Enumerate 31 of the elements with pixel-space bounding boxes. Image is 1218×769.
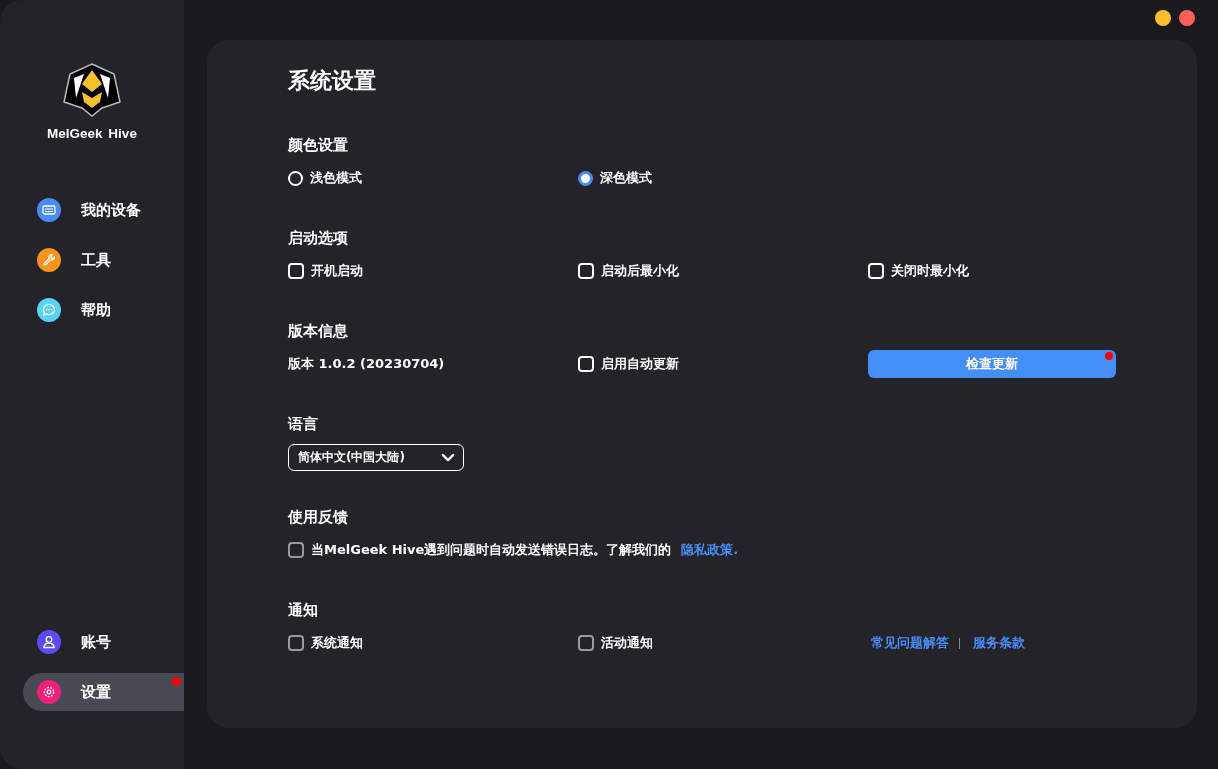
option-label: 启用自动更新 xyxy=(601,355,679,373)
sidebar-item[interactable]: 工具 xyxy=(23,241,184,279)
section-heading: 颜色设置 xyxy=(288,136,349,155)
footer-link[interactable]: 常见问题解答 xyxy=(871,634,949,652)
app-name: MelGeek Hive xyxy=(47,126,137,141)
bee-logo-icon xyxy=(62,62,122,118)
section-heading: 使用反馈 xyxy=(288,508,349,527)
footer-link[interactable]: 服务条款 xyxy=(973,634,1025,652)
radio-button[interactable] xyxy=(578,170,593,186)
option-label: 活动通知 xyxy=(601,634,653,652)
section-heading: 语言 xyxy=(288,415,319,434)
chevron-down-icon xyxy=(441,452,455,462)
consent-text: 当MelGeek Hive遇到问题时自动发送错误日志。了解我们的 xyxy=(311,541,672,559)
option-label: 关闭时最小化 xyxy=(891,262,969,280)
section-heading: 通知 xyxy=(288,601,319,620)
version-text: 版本 1.0.2 (20230704) xyxy=(288,355,445,373)
close-button[interactable] xyxy=(1179,10,1195,26)
page-title: 系统设置 xyxy=(288,67,377,95)
option-label: 启动后最小化 xyxy=(601,262,679,280)
option-label: 开机启动 xyxy=(311,262,363,280)
sidebar-item[interactable]: 设置 xyxy=(23,673,184,711)
section-heading: 版本信息 xyxy=(288,322,349,341)
option-label: 深色模式 xyxy=(600,169,652,187)
language-dropdown[interactable]: 简体中文(中国大陆) xyxy=(288,443,464,471)
minimize-button[interactable] xyxy=(1155,10,1171,26)
option-label: 浅色模式 xyxy=(310,169,362,187)
sidebar-item[interactable]: 帮助 xyxy=(23,291,184,329)
section-heading: 启动选项 xyxy=(288,229,349,248)
option-label: 系统通知 xyxy=(311,634,363,652)
sidebar-item[interactable]: 我的设备 xyxy=(23,191,184,229)
sidebar-item[interactable]: 账号 xyxy=(23,623,184,661)
